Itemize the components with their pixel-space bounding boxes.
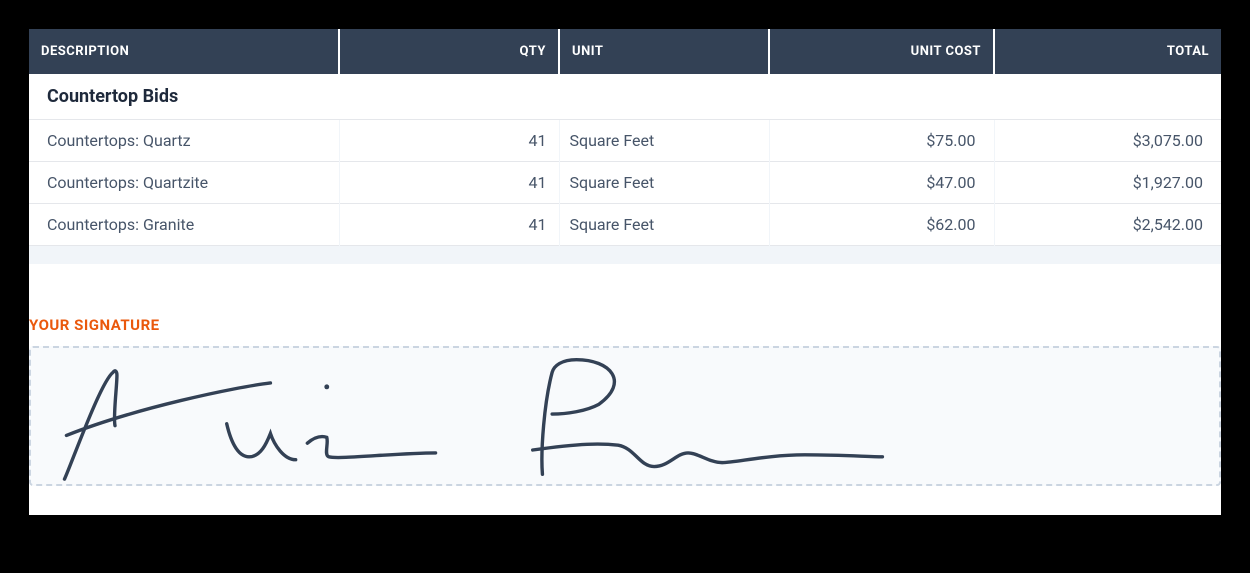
cell-qty: 41	[339, 204, 559, 246]
table-spacer-row	[29, 246, 1221, 264]
table-row: Countertops: Quartz 41 Square Feet $75.0…	[29, 120, 1221, 162]
table-row: Countertops: Granite 41 Square Feet $62.…	[29, 204, 1221, 246]
table-section-row: Countertop Bids	[29, 74, 1221, 120]
cell-qty: 41	[339, 162, 559, 204]
header-unit-cost: UNIT COST	[769, 29, 994, 74]
cell-description: Countertops: Granite	[29, 204, 339, 246]
header-qty: QTY	[339, 29, 559, 74]
cell-unit: Square Feet	[559, 162, 769, 204]
cell-unit-cost: $62.00	[769, 204, 994, 246]
section-title: Countertop Bids	[29, 74, 1221, 120]
cell-description: Countertops: Quartz	[29, 120, 339, 162]
cell-unit: Square Feet	[559, 204, 769, 246]
bid-table: DESCRIPTION QTY UNIT UNIT COST TOTAL Cou…	[29, 29, 1221, 264]
bid-table-wrapper: DESCRIPTION QTY UNIT UNIT COST TOTAL Cou…	[29, 29, 1221, 264]
cell-qty: 41	[339, 120, 559, 162]
table-row: Countertops: Quartzite 41 Square Feet $4…	[29, 162, 1221, 204]
signature-label: YOUR SIGNATURE	[29, 316, 1221, 334]
cell-unit-cost: $75.00	[769, 120, 994, 162]
header-total: TOTAL	[994, 29, 1221, 74]
cell-description: Countertops: Quartzite	[29, 162, 339, 204]
signature-box[interactable]	[29, 346, 1221, 486]
signature-drawing	[31, 348, 1219, 484]
cell-total: $2,542.00	[994, 204, 1221, 246]
cell-unit: Square Feet	[559, 120, 769, 162]
header-unit: UNIT	[559, 29, 769, 74]
cell-total: $3,075.00	[994, 120, 1221, 162]
signature-section: YOUR SIGNATURE	[29, 316, 1221, 486]
header-description: DESCRIPTION	[29, 29, 339, 74]
cell-unit-cost: $47.00	[769, 162, 994, 204]
table-header-row: DESCRIPTION QTY UNIT UNIT COST TOTAL	[29, 29, 1221, 74]
document-container: DESCRIPTION QTY UNIT UNIT COST TOTAL Cou…	[29, 29, 1221, 515]
cell-total: $1,927.00	[994, 162, 1221, 204]
